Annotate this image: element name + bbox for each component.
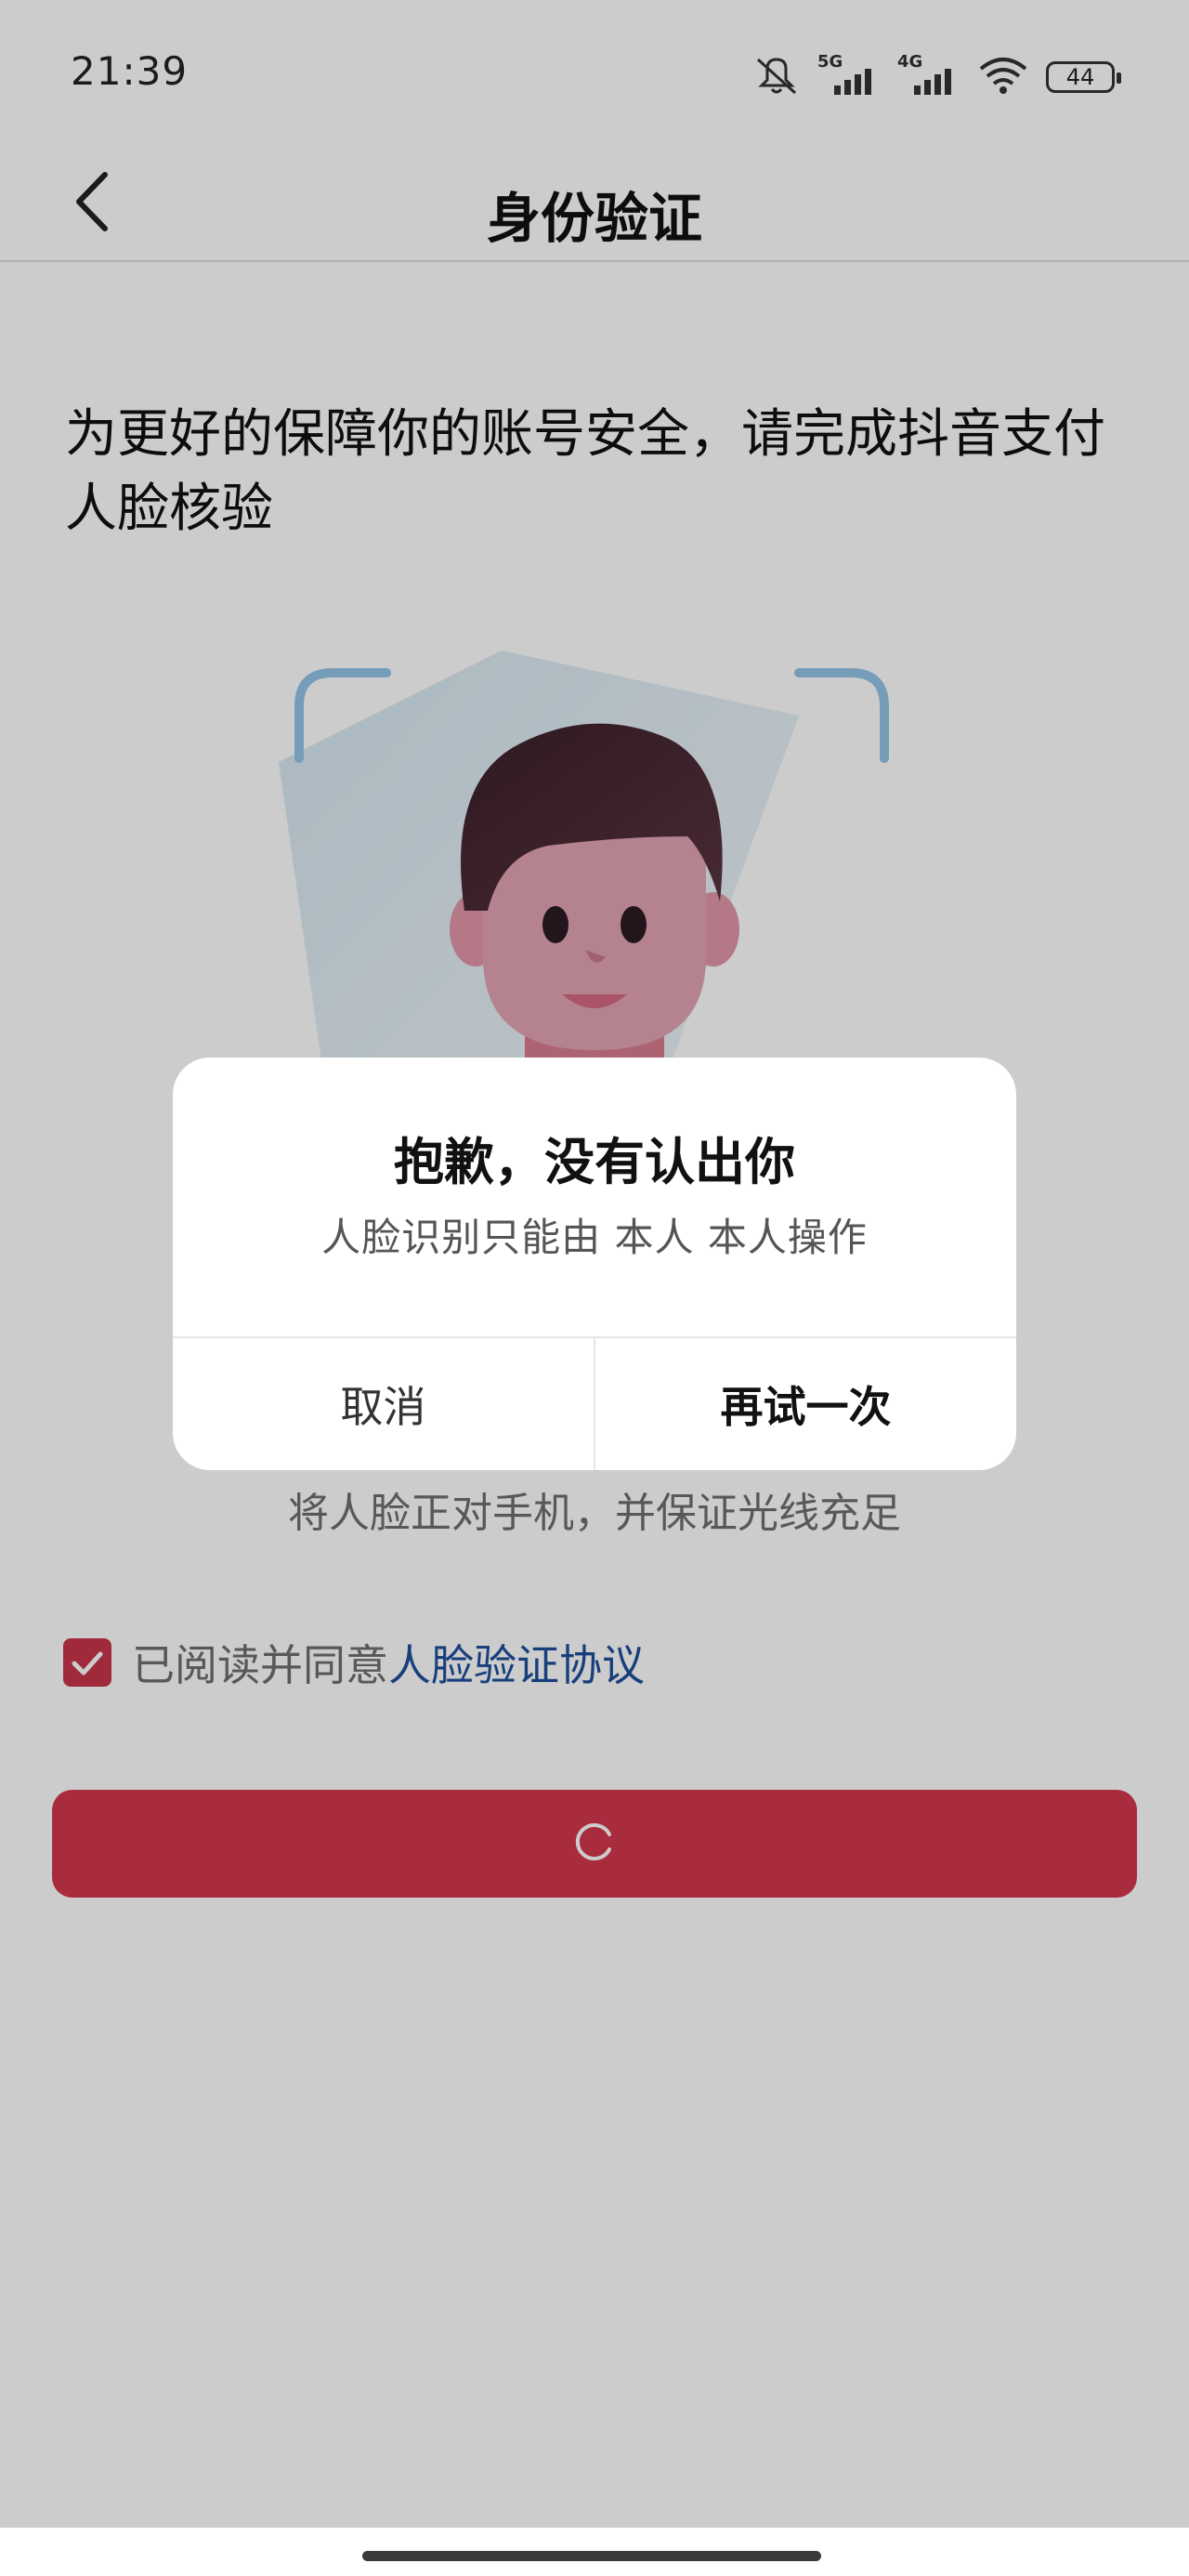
error-dialog: 抱歉，没有认出你 人脸识别只能由 本人 本人操作 取消 再试一次: [173, 1058, 1016, 1470]
home-indicator[interactable]: [362, 2551, 821, 2561]
cancel-button[interactable]: 取消: [173, 1338, 594, 1470]
screen: 21:39 5G 4G 44 身份验证 为更好的保障你的账号安全，请完成抖音支付…: [0, 0, 1189, 2528]
dialog-message: 人脸识别只能由 本人 本人操作: [321, 1215, 868, 1260]
retry-button[interactable]: 再试一次: [595, 1338, 1016, 1470]
dialog-title: 抱歉，没有认出你: [394, 1133, 795, 1191]
